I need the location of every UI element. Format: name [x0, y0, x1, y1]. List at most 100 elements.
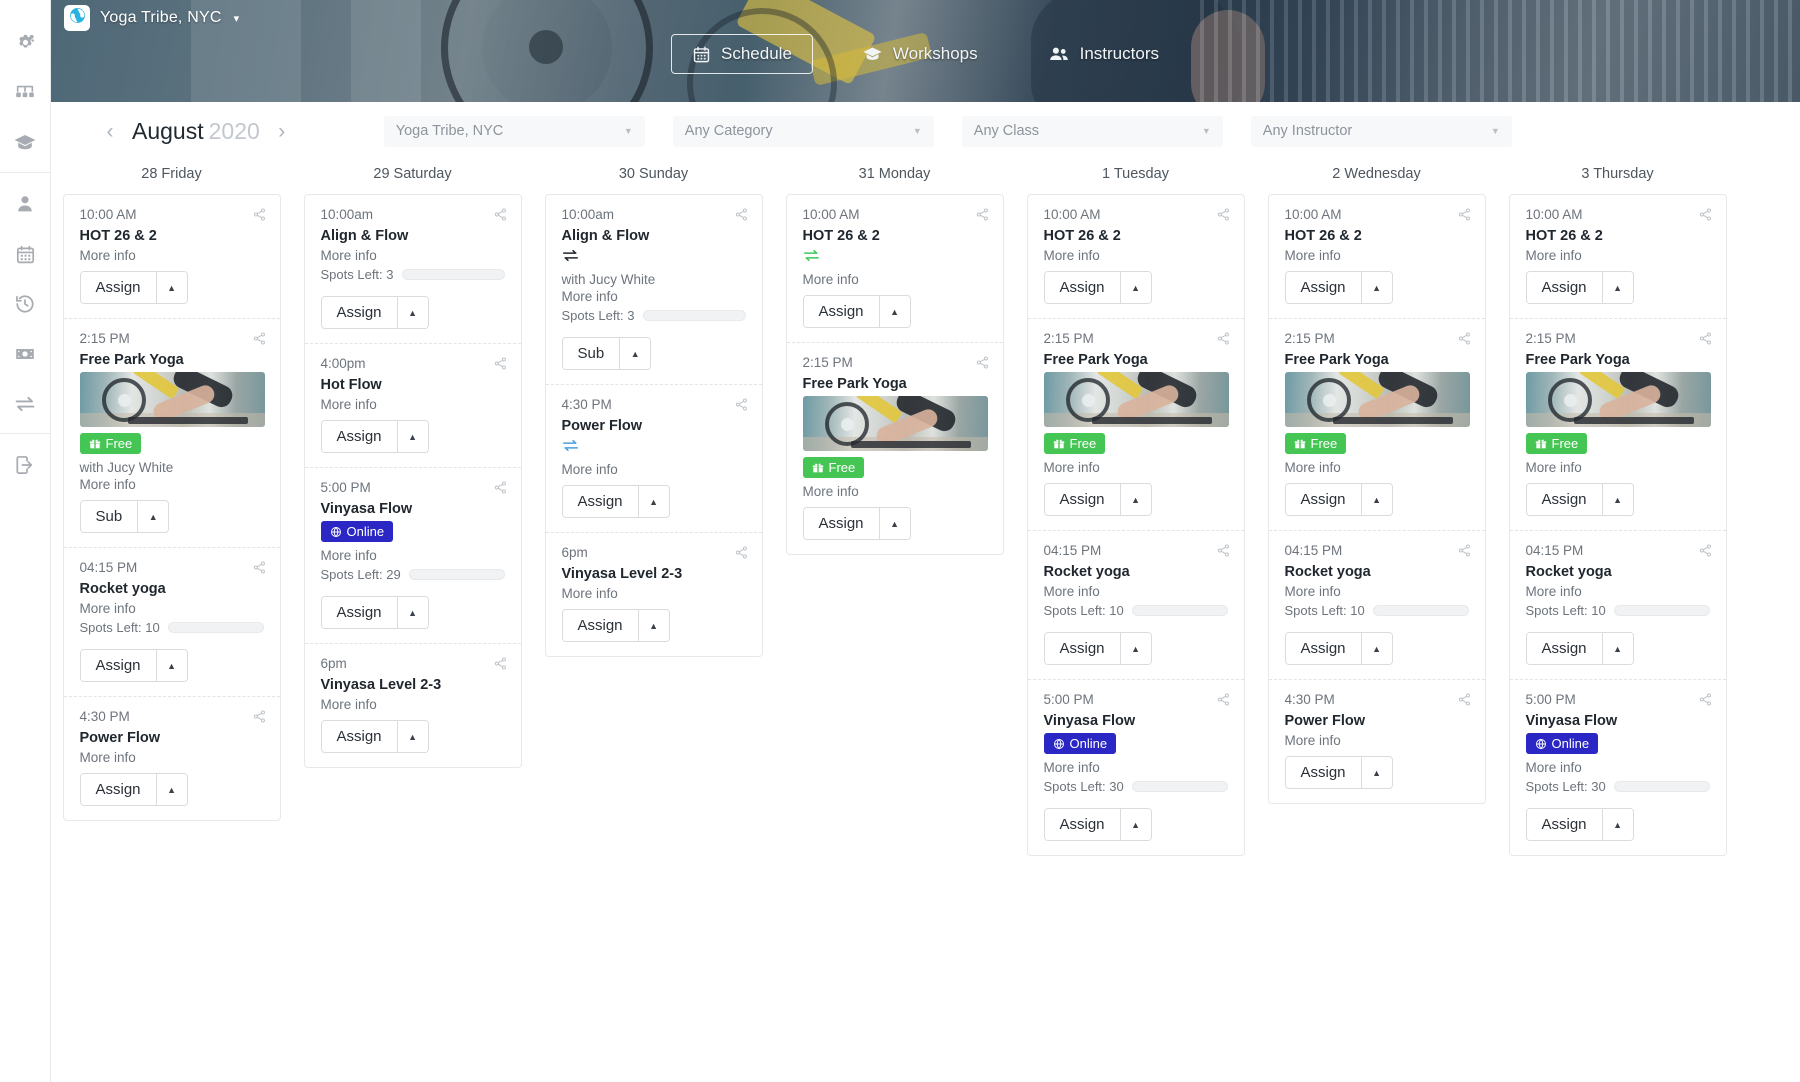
assign-button[interactable]: Assign: [803, 296, 880, 327]
studio-select[interactable]: Yoga Tribe, NYC ▼: [383, 115, 645, 147]
share-icon[interactable]: [1216, 543, 1231, 558]
caret-up-icon[interactable]: ▲: [1361, 272, 1392, 303]
more-info-link[interactable]: More info: [562, 586, 746, 601]
caret-up-icon[interactable]: ▲: [638, 610, 669, 641]
share-icon[interactable]: [493, 480, 508, 495]
action-button-group[interactable]: Assign ▲: [802, 507, 911, 540]
more-info-link[interactable]: More info: [1526, 760, 1710, 775]
tab-schedule[interactable]: Schedule: [671, 34, 813, 74]
sidebar-item-payments[interactable]: [0, 329, 51, 379]
action-button-group[interactable]: Assign ▲: [1525, 483, 1634, 516]
sidebar-item-substitutions[interactable]: [0, 379, 51, 429]
sidebar-item-structure[interactable]: [0, 68, 51, 118]
action-button-group[interactable]: Assign ▲: [1043, 808, 1152, 841]
share-icon[interactable]: [1698, 692, 1713, 707]
category-select[interactable]: Any Category ▼: [672, 115, 934, 147]
more-info-link[interactable]: More info: [803, 272, 987, 287]
action-button-group[interactable]: Assign ▲: [320, 596, 429, 629]
share-icon[interactable]: [1457, 692, 1472, 707]
action-button-group[interactable]: Assign ▲: [1284, 632, 1393, 665]
share-icon[interactable]: [1457, 543, 1472, 558]
share-icon[interactable]: [1457, 207, 1472, 222]
action-button-group[interactable]: Assign ▲: [1043, 483, 1152, 516]
assign-button[interactable]: Assign: [80, 650, 157, 681]
caret-up-icon[interactable]: ▲: [156, 272, 187, 303]
caret-up-icon[interactable]: ▲: [1602, 809, 1633, 840]
sidebar-item-settings[interactable]: [0, 18, 51, 68]
share-icon[interactable]: [252, 207, 267, 222]
caret-up-icon[interactable]: ▲: [156, 650, 187, 681]
action-button-group[interactable]: Sub ▲: [79, 500, 170, 533]
caret-up-icon[interactable]: ▲: [1602, 633, 1633, 664]
more-info-link[interactable]: More info: [1285, 460, 1469, 475]
action-button-group[interactable]: Assign ▲: [1525, 271, 1634, 304]
share-icon[interactable]: [252, 331, 267, 346]
caret-up-icon[interactable]: ▲: [1120, 272, 1151, 303]
swap-arrows-icon[interactable]: [803, 248, 987, 268]
caret-up-icon[interactable]: ▲: [879, 508, 910, 539]
chevron-down-icon[interactable]: ▾: [234, 12, 240, 25]
share-icon[interactable]: [734, 397, 749, 412]
sidebar-item-schedule[interactable]: [0, 229, 51, 279]
class-select[interactable]: Any Class ▼: [961, 115, 1223, 147]
swap-arrows-icon[interactable]: [562, 438, 746, 458]
more-info-link[interactable]: More info: [1526, 248, 1710, 263]
action-button-group[interactable]: Assign ▲: [79, 773, 188, 806]
sub-button[interactable]: Sub: [562, 338, 621, 369]
assign-button[interactable]: Assign: [1044, 272, 1121, 303]
sidebar-item-profile[interactable]: [0, 179, 51, 229]
action-button-group[interactable]: Assign ▲: [561, 609, 670, 642]
more-info-link[interactable]: More info: [80, 750, 264, 765]
share-icon[interactable]: [734, 545, 749, 560]
caret-up-icon[interactable]: ▲: [1120, 633, 1151, 664]
tab-workshops[interactable]: Workshops: [841, 34, 999, 75]
brand[interactable]: Yoga Tribe, NYC ▾: [64, 5, 239, 31]
share-icon[interactable]: [1457, 331, 1472, 346]
sidebar-item-logout[interactable]: [0, 440, 51, 490]
share-icon[interactable]: [1216, 692, 1231, 707]
more-info-link[interactable]: More info: [1044, 584, 1228, 599]
assign-button[interactable]: Assign: [321, 597, 398, 628]
assign-button[interactable]: Assign: [1285, 484, 1362, 515]
assign-button[interactable]: Assign: [1285, 272, 1362, 303]
share-icon[interactable]: [1698, 543, 1713, 558]
more-info-link[interactable]: More info: [1044, 248, 1228, 263]
more-info-link[interactable]: More info: [562, 462, 746, 477]
sidebar-item-education[interactable]: [0, 118, 51, 168]
more-info-link[interactable]: More info: [1526, 584, 1710, 599]
more-info-link[interactable]: More info: [80, 477, 264, 492]
sub-button[interactable]: Sub: [80, 501, 139, 532]
instructor-select[interactable]: Any Instructor ▼: [1250, 115, 1512, 147]
more-info-link[interactable]: More info: [80, 601, 264, 616]
share-icon[interactable]: [493, 207, 508, 222]
assign-button[interactable]: Assign: [1044, 633, 1121, 664]
caret-up-icon[interactable]: ▲: [397, 297, 428, 328]
share-icon[interactable]: [975, 207, 990, 222]
share-icon[interactable]: [493, 356, 508, 371]
caret-up-icon[interactable]: ▲: [397, 597, 428, 628]
action-button-group[interactable]: Assign ▲: [320, 720, 429, 753]
more-info-link[interactable]: More info: [321, 248, 505, 263]
tab-instructors[interactable]: Instructors: [1027, 33, 1180, 75]
action-button-group[interactable]: Assign ▲: [79, 271, 188, 304]
assign-button[interactable]: Assign: [80, 774, 157, 805]
share-icon[interactable]: [252, 560, 267, 575]
assign-button[interactable]: Assign: [321, 421, 398, 452]
more-info-link[interactable]: More info: [321, 697, 505, 712]
assign-button[interactable]: Assign: [1044, 484, 1121, 515]
action-button-group[interactable]: Sub ▲: [561, 337, 652, 370]
caret-up-icon[interactable]: ▲: [1361, 484, 1392, 515]
caret-up-icon[interactable]: ▲: [138, 501, 169, 532]
action-button-group[interactable]: Assign ▲: [1284, 483, 1393, 516]
action-button-group[interactable]: Assign ▲: [1525, 808, 1634, 841]
more-info-link[interactable]: More info: [321, 397, 505, 412]
assign-button[interactable]: Assign: [803, 508, 880, 539]
caret-up-icon[interactable]: ▲: [1120, 484, 1151, 515]
share-icon[interactable]: [1216, 207, 1231, 222]
share-icon[interactable]: [1698, 331, 1713, 346]
caret-up-icon[interactable]: ▲: [620, 338, 651, 369]
caret-up-icon[interactable]: ▲: [638, 486, 669, 517]
action-button-group[interactable]: Assign ▲: [320, 420, 429, 453]
assign-button[interactable]: Assign: [562, 486, 639, 517]
more-info-link[interactable]: More info: [1285, 584, 1469, 599]
